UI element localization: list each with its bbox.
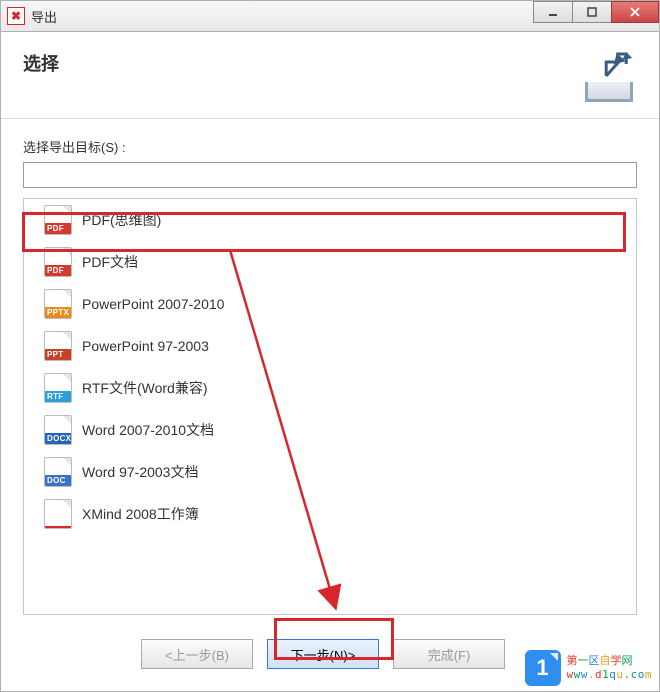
docx-file-icon: DOCX (44, 415, 72, 445)
list-item[interactable]: PPTX PowerPoint 2007-2010 (24, 283, 636, 325)
content-area: 选择导出目标(S) : PDF PDF(思维图) PDF PDF文档 PPTX Power… (1, 119, 659, 623)
field-label: 选择导出目标(S) : (23, 137, 637, 156)
list-item-label: PowerPoint 97-2003 (82, 338, 209, 354)
maximize-button[interactable] (572, 1, 612, 23)
titlebar: ✖ 导出 (0, 0, 660, 32)
list-item[interactable]: PDF PDF(思维图) (24, 199, 636, 241)
list-item-label: RTF文件(Word兼容) (82, 378, 207, 398)
list-item[interactable]: PPT PowerPoint 97-2003 (24, 325, 636, 367)
list-item[interactable]: PDF PDF文档 (24, 241, 636, 283)
rtf-file-icon: RTF (44, 373, 72, 403)
ppt-file-icon: PPT (44, 331, 72, 361)
doc-file-icon: DOC (44, 457, 72, 487)
pdf-file-icon: PDF (44, 247, 72, 277)
window-controls (534, 1, 659, 25)
list-item-label: PowerPoint 2007-2010 (82, 296, 224, 312)
pptx-file-icon: PPTX (44, 289, 72, 319)
export-icon (581, 50, 637, 102)
list-item[interactable]: RTF RTF文件(Word兼容) (24, 367, 636, 409)
list-item-label: Word 2007-2010文档 (82, 420, 214, 440)
list-item-label: PDF文档 (82, 252, 138, 272)
next-button[interactable]: 下一步(N)> (267, 639, 379, 669)
finish-button[interactable]: 完成(F) (393, 639, 505, 669)
back-button[interactable]: <上一步(B) (141, 639, 253, 669)
app-icon: ✖ (7, 7, 25, 25)
list-item-label: Word 97-2003文档 (82, 462, 198, 482)
list-item[interactable]: DOCX Word 2007-2010文档 (24, 409, 636, 451)
export-format-list[interactable]: PDF PDF(思维图) PDF PDF文档 PPTX PowerPoint 2007-2… (23, 198, 637, 615)
list-item[interactable]: XMind 2008工作簿 (24, 493, 636, 535)
list-item-label: PDF(思维图) (82, 210, 161, 230)
export-target-input[interactable] (23, 162, 637, 188)
close-button[interactable] (611, 1, 659, 23)
dialog-footer: <上一步(B) 下一步(N)> 完成(F) 取消 (1, 623, 659, 691)
pdf-file-icon: PDF (44, 205, 72, 235)
window-title: 导出 (31, 7, 57, 26)
minimize-button[interactable] (533, 1, 573, 23)
xmind-file-icon (44, 499, 72, 529)
page-title: 选择 (23, 50, 59, 76)
dialog-body: 选择 选择导出目标(S) : PDF PDF(思维图) PDF PDF文档 PPTX Po… (0, 32, 660, 692)
dialog-header: 选择 (1, 32, 659, 119)
list-item[interactable]: DOC Word 97-2003文档 (24, 451, 636, 493)
list-item-label: XMind 2008工作簿 (82, 504, 199, 524)
